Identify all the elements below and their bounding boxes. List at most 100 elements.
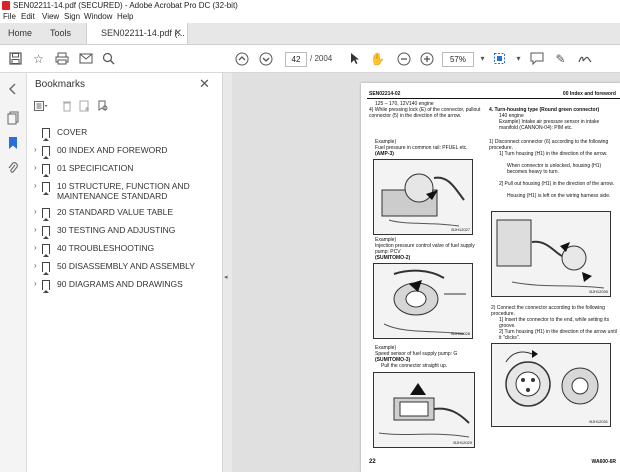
tab-document-label: SEN02211-14.pdf (... (101, 28, 185, 38)
chevron-right-icon[interactable]: › (34, 243, 37, 252)
chevron-right-icon[interactable]: › (34, 261, 37, 270)
print-icon[interactable] (53, 50, 70, 67)
close-tab-icon[interactable]: ✕ (174, 23, 182, 44)
bookmark-item-specification[interactable]: › 01 SPECIFICATION (27, 163, 222, 177)
previous-page-icon[interactable] (233, 50, 250, 67)
menu-view[interactable]: View (42, 11, 59, 23)
menu-sign[interactable]: Sign (64, 11, 80, 23)
attachments-icon[interactable] (6, 161, 20, 175)
bookmark-icon (42, 128, 50, 141)
fit-dropdown-icon[interactable]: ▾ (510, 50, 527, 67)
chevron-right-icon[interactable]: › (34, 207, 37, 216)
fit-page-icon[interactable] (491, 50, 508, 67)
col1-example1-code: (AMP-3) (375, 151, 394, 157)
window-title: SEN02211-14.pdf (SECURED) - Adobe Acroba… (13, 1, 238, 10)
chevron-right-icon[interactable]: › (34, 163, 37, 172)
figure-sumitomo2-connector: BJH12028 (373, 263, 473, 339)
tab-strip: Home Tools SEN02211-14.pdf (... ✕ (0, 23, 620, 45)
bookmarks-header: Bookmarks (35, 79, 86, 90)
title-bar: SEN02211-14.pdf (SECURED) - Adobe Acroba… (0, 0, 620, 11)
col2-step1b-note: Housing (H1) is left on the wiring harne… (507, 193, 611, 199)
chevron-right-icon[interactable]: › (34, 145, 37, 154)
acrobat-logo-icon (2, 1, 10, 10)
navigation-rail (0, 73, 27, 472)
bookmark-icon (42, 208, 50, 221)
save-icon[interactable] (7, 50, 24, 67)
bookmark-item-index-foreword[interactable]: › 00 INDEX AND FOREWORD (27, 145, 222, 159)
bookmark-item-disassembly[interactable]: › 50 DISASSEMBLY AND ASSEMBLY (27, 261, 222, 275)
bookmark-icon (42, 164, 50, 177)
menu-help[interactable]: Help (117, 11, 133, 23)
collapse-arrow-icon[interactable]: ◂ (224, 273, 228, 281)
bookmark-item-cover[interactable]: COVER (27, 127, 222, 141)
bookmarks-panel-icon[interactable] (6, 136, 20, 150)
chevron-right-icon[interactable]: › (34, 279, 37, 288)
search-icon[interactable] (100, 50, 117, 67)
pdf-page: SEN02214-02 00 Index and foreword 125 – … (361, 83, 620, 472)
zoom-level[interactable]: 57% (442, 52, 474, 67)
figure-sumitomo3-connector: BJH12029 (373, 372, 475, 448)
tab-home[interactable]: Home (8, 23, 32, 44)
tab-document[interactable]: SEN02211-14.pdf (... ✕ (86, 23, 188, 44)
page-thumbnails-icon[interactable] (6, 111, 20, 125)
menu-edit[interactable]: Edit (21, 11, 35, 23)
figure-amp-connector: BJH12027 (373, 159, 473, 235)
page-header-left: SEN02214-02 (369, 91, 401, 97)
hand-tool-icon[interactable]: ✋ (369, 50, 386, 67)
figure-id: BJH12028 (451, 331, 470, 336)
page-total: / 2004 (310, 54, 333, 63)
page-footer-model: WA600-6R (591, 459, 616, 465)
toolbar: ☆ 42 / 2004 ✋ 57% ▾ ▾ ✎ (0, 45, 620, 73)
menu-bar: File Edit View Sign Window Help (0, 11, 620, 23)
header-rule (367, 98, 620, 99)
col2-step2a: 1] Insert the connector to the end, whil… (499, 317, 610, 329)
chevron-right-icon[interactable]: › (34, 225, 37, 234)
bookmark-icon (42, 182, 50, 195)
bookmark-item-standard-value[interactable]: › 20 STANDARD VALUE TABLE (27, 207, 222, 221)
col2-p2: Example) Intake air pressure sensor in i… (499, 119, 600, 131)
figure-turn-housing-connect: BJH12031 (491, 343, 611, 427)
menu-window[interactable]: Window (84, 11, 112, 23)
page-number-input[interactable]: 42 (285, 52, 307, 67)
bookmark-icon (42, 146, 50, 159)
new-bookmark-icon[interactable] (77, 100, 93, 116)
sign-icon[interactable] (576, 50, 593, 67)
bookmark-item-structure[interactable]: › 10 STRUCTURE, FUNCTION AND MAINTENANCE… (27, 181, 222, 203)
bookmark-item-troubleshooting[interactable]: › 40 TROUBLESHOOTING (27, 243, 222, 257)
bookmark-icon (42, 262, 50, 275)
col2-step2: 2) Connect the connector according to th… (491, 305, 605, 317)
figure-id: BJH12030 (589, 289, 608, 294)
tab-tools[interactable]: Tools (50, 23, 71, 44)
select-cursor-icon[interactable] (346, 50, 363, 67)
highlight-pen-icon[interactable]: ✎ (552, 50, 569, 67)
figure-turn-housing-disconnect: BJH12030 (491, 211, 611, 297)
comment-icon[interactable] (528, 50, 545, 67)
chevron-right-icon[interactable]: › (34, 181, 37, 190)
bookmark-icon (42, 280, 50, 293)
menu-file[interactable]: File (3, 11, 16, 23)
col1-p2: 4) While pressing lock (E) of the connec… (369, 107, 481, 119)
next-page-icon[interactable] (257, 50, 274, 67)
zoom-out-icon[interactable] (395, 50, 412, 67)
options-menu-icon[interactable] (33, 100, 49, 116)
bookmark-star-icon[interactable]: ☆ (30, 50, 47, 67)
figure-id: BJH12029 (453, 440, 472, 445)
collapse-pane-icon[interactable] (6, 83, 20, 97)
delete-bookmark-icon[interactable] (59, 100, 75, 116)
col2-step1a: 1] Turn housing (H1) in the direction of… (499, 151, 608, 157)
bookmark-icon (42, 226, 50, 239)
find-bookmark-icon[interactable] (95, 100, 111, 116)
bookmarks-panel: Bookmarks ✕ COVER › 00 INDEX AND FOREWOR… (27, 73, 222, 472)
bookmark-item-testing[interactable]: › 30 TESTING AND ADJUSTING (27, 225, 222, 239)
zoom-dropdown-icon[interactable]: ▾ (474, 50, 491, 67)
col2-step1a-note: When connector is unlocked, housing (H1)… (507, 163, 602, 175)
figure-id: BJH12031 (589, 419, 608, 424)
close-panel-icon[interactable]: ✕ (199, 76, 210, 92)
zoom-in-icon[interactable] (418, 50, 435, 67)
bookmark-icon (42, 244, 50, 257)
email-icon[interactable] (77, 50, 94, 67)
col2-step1: 1) Disconnect connector (6) according to… (489, 139, 609, 151)
document-viewport[interactable]: SEN02214-02 00 Index and foreword 125 – … (232, 73, 620, 472)
col1-example2-code: (SUMITOMO-2) (375, 255, 411, 261)
bookmark-item-diagrams[interactable]: › 90 DIAGRAMS AND DRAWINGS (27, 279, 222, 293)
